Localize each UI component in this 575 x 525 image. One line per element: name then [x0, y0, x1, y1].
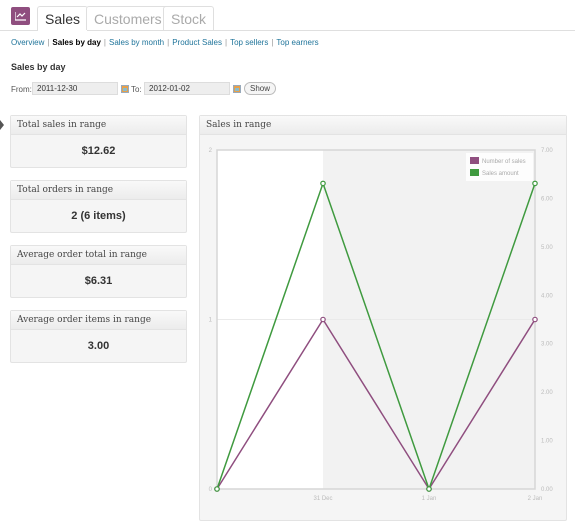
data-point [532, 316, 538, 323]
legend-swatch [470, 169, 479, 176]
y-right-tick-label: 2.00 [541, 390, 553, 396]
sales-chart: 0 1 2 0.00 1.00 2.00 3.00 4.00 5.00 6.00 7.00 31 De… [209, 148, 554, 502]
y-right-tick-label: 6.00 [541, 196, 553, 202]
y-right-tick-label: 3.00 [541, 342, 553, 348]
legend-label: Number of sales [482, 159, 526, 165]
y-right-tick-label: 1.00 [541, 439, 553, 445]
y-right-tick-label: 0.00 [541, 487, 553, 493]
data-point [214, 486, 220, 492]
legend-label: Sales amount [482, 171, 519, 177]
data-point [532, 180, 538, 187]
y-left-tick-label: 2 [209, 148, 213, 154]
y-left-tick-label: 1 [209, 318, 213, 324]
data-point [320, 316, 326, 323]
x-tick-label: 2 Jan [528, 496, 543, 502]
y-left-tick-label: 0 [209, 487, 213, 493]
x-tick-label: 31 Dec [313, 496, 332, 502]
data-point [320, 180, 326, 187]
x-tick-label: 1 Jan [422, 496, 437, 502]
data-point [426, 486, 432, 492]
y-right-tick-label: 4.00 [541, 293, 553, 299]
y-right-tick-label: 7.00 [541, 148, 553, 154]
y-right-tick-label: 5.00 [541, 245, 553, 251]
legend-swatch [470, 157, 479, 164]
